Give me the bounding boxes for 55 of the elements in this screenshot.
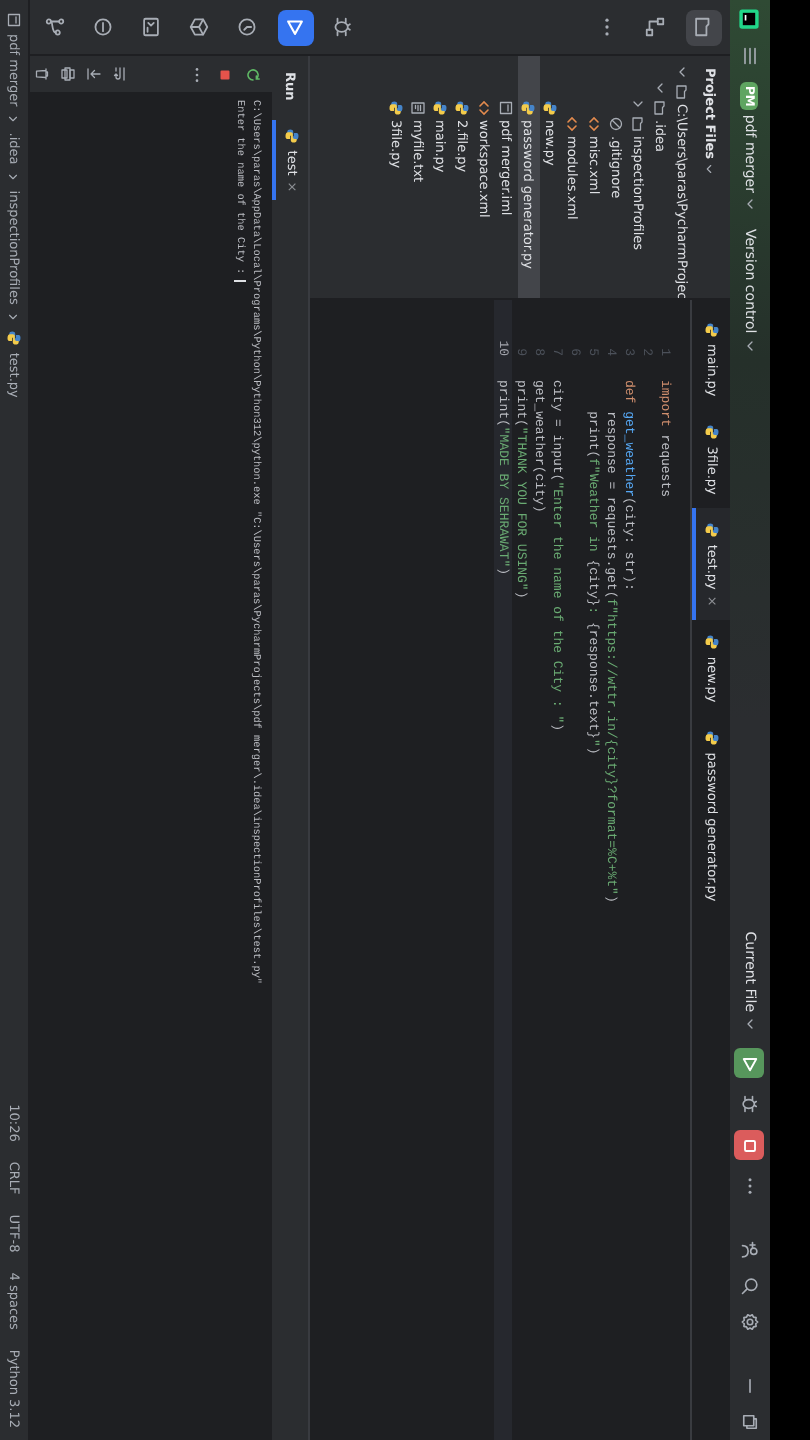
ignore-file-icon xyxy=(609,116,625,132)
folder-icon xyxy=(693,16,715,38)
search-icon[interactable] xyxy=(740,1276,760,1296)
package-icon xyxy=(189,16,211,38)
play-icon xyxy=(740,1053,760,1073)
text-cursor xyxy=(234,280,246,283)
bug-icon[interactable] xyxy=(740,1094,760,1114)
xml-file-icon xyxy=(565,116,581,132)
scroll-to-end-icon[interactable] xyxy=(86,66,102,82)
chevron-right-icon xyxy=(7,112,21,127)
text-file-icon xyxy=(411,100,427,116)
stop-icon xyxy=(740,1135,760,1155)
chevron-down-icon[interactable] xyxy=(742,337,758,354)
module-icon xyxy=(6,12,22,28)
menu-icon[interactable] xyxy=(740,46,760,66)
chevron-right-icon xyxy=(7,310,21,325)
python-file-icon xyxy=(521,100,537,116)
python-file-icon xyxy=(705,730,721,747)
structure-icon xyxy=(645,16,667,38)
python-file-icon xyxy=(284,128,300,145)
stop-button[interactable] xyxy=(735,1130,765,1160)
chevron-right-icon xyxy=(7,170,21,185)
rerun-icon[interactable] xyxy=(244,65,262,83)
trash-icon[interactable] xyxy=(34,66,50,82)
python-file-icon xyxy=(705,322,721,338)
python-file-icon xyxy=(543,100,559,116)
chevron-down-icon[interactable] xyxy=(742,196,758,213)
bug-icon xyxy=(333,16,355,38)
add-user-icon[interactable] xyxy=(740,1240,760,1260)
stop-icon[interactable] xyxy=(216,65,234,83)
python-file-icon xyxy=(6,330,22,347)
tool-window-button[interactable] xyxy=(686,9,722,45)
minus-circle-icon xyxy=(93,16,115,38)
chevron-down-icon[interactable] xyxy=(742,1016,758,1032)
settings-icon[interactable] xyxy=(740,1312,760,1332)
python-file-icon xyxy=(389,100,405,116)
clock-icon xyxy=(237,16,259,38)
xml-file-icon xyxy=(477,100,493,116)
chevron-right-icon[interactable] xyxy=(631,96,647,112)
xml-file-icon xyxy=(587,116,603,132)
play-icon xyxy=(285,16,307,38)
branch-icon xyxy=(45,16,67,38)
soft-wrap-icon[interactable] xyxy=(112,66,128,82)
python-file-icon xyxy=(433,100,449,116)
python-file-icon xyxy=(455,100,471,116)
app-logo-icon xyxy=(739,8,761,30)
run-button[interactable] xyxy=(735,1048,765,1078)
terminal-icon xyxy=(141,16,163,38)
module-file-icon xyxy=(499,100,515,116)
chevron-down-icon[interactable] xyxy=(703,162,717,177)
python-file-icon xyxy=(705,522,721,539)
python-file-icon xyxy=(705,634,721,651)
tool-window-button[interactable] xyxy=(278,9,314,45)
restore-icon[interactable] xyxy=(740,1412,760,1432)
python-file-icon xyxy=(705,424,721,441)
